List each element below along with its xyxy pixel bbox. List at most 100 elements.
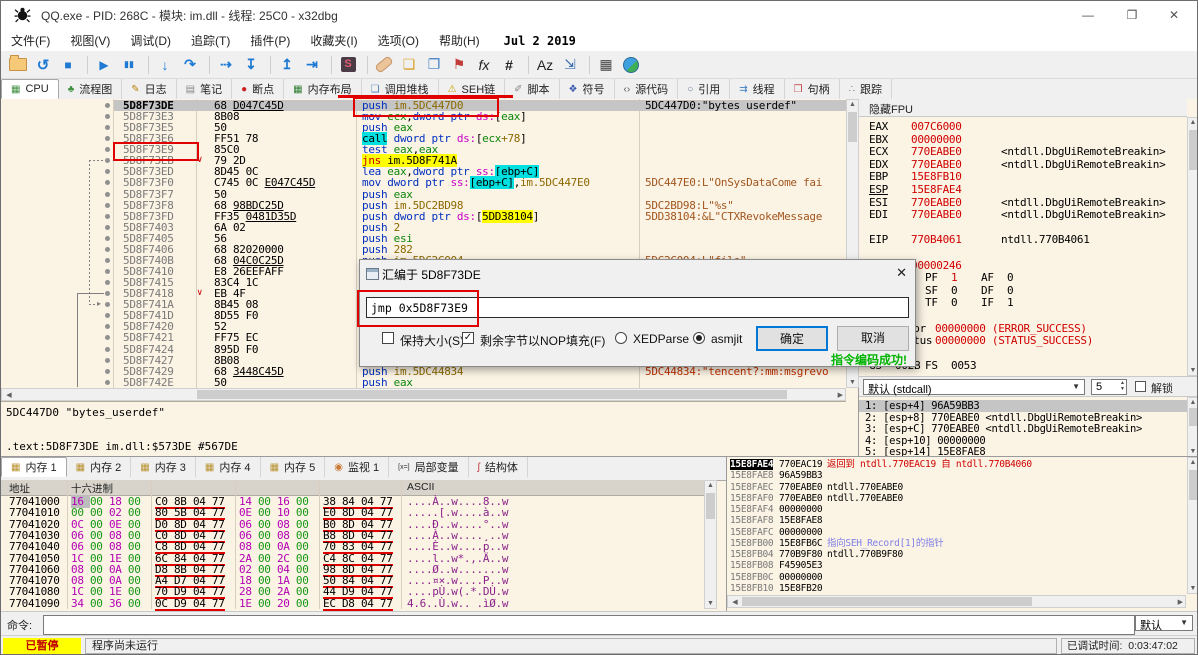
tab-内存 5[interactable]: ▦ 内存 5 [261, 457, 326, 477]
fill-nop-checkbox[interactable]: ✓ [462, 332, 474, 344]
tab-流程图[interactable]: ♣ 流程图 [59, 79, 123, 99]
scroll-arrow-icon[interactable]: ▼ [1188, 448, 1197, 455]
run-to-user-code-icon[interactable]: ⇥ [301, 55, 323, 75]
stack-row[interactable]: 15E8FAE4 770EAC19 返回到 ntdll.770EAC19 自 ntd… [727, 459, 1185, 470]
stack-row[interactable]: 15E8FAEC 770EABE0 ntdll.770EABE0 [727, 482, 1185, 493]
cancel-button[interactable]: 取消 [837, 326, 909, 351]
stop-icon[interactable]: ■ [57, 55, 79, 75]
log-device-icon[interactable]: ⇲ [559, 55, 581, 75]
scroll-arrow-icon[interactable]: ▶ [1173, 598, 1183, 606]
stack-row[interactable]: 15E8FAF8 15E8FAE8 [727, 515, 1185, 526]
tab-监视 1[interactable]: ◉ 监视 1 [325, 457, 390, 477]
scroll-thumb[interactable] [1189, 408, 1197, 426]
menu-item-6[interactable]: 选项(O) [368, 29, 429, 52]
stack-row[interactable]: 15E8FAF0 770EABE0 ntdll.770EABE0 [727, 493, 1185, 504]
scroll-arrow-icon[interactable]: ◀ [4, 391, 14, 399]
scroll-thumb[interactable] [197, 390, 787, 399]
menu-item-4[interactable]: 插件(P) [240, 29, 300, 52]
scroll-arrow-icon[interactable]: ▶ [833, 391, 843, 399]
tab-内存 4[interactable]: ▦ 内存 4 [196, 457, 261, 477]
tab-线程[interactable]: ⇉ 线程 [730, 79, 785, 99]
scroll-arrow-icon[interactable]: ▼ [1188, 367, 1197, 374]
scroll-arrow-icon[interactable]: ▲ [1188, 399, 1197, 406]
function-icon[interactable]: fx [473, 55, 495, 75]
registers-vscrollbar[interactable]: ▲ ▼ [1187, 117, 1197, 376]
tab-引用[interactable]: ○ 引用 [678, 79, 731, 99]
hide-fpu-button[interactable]: 隐藏FPU [859, 99, 1187, 117]
stack-vscrollbar[interactable]: ▲ ▼ [1187, 457, 1197, 594]
disasm-row[interactable]: 5D8F742E 50 push eax [1, 377, 846, 388]
scylla-icon[interactable]: S [337, 55, 359, 75]
tab-局部变量[interactable]: [x=] 局部变量 [389, 457, 469, 477]
arg-count-stepper[interactable]: 5 ▲ ▼ [1091, 379, 1127, 395]
disasm-row[interactable]: 5D8F73F0 C745 0C E047C45D mov dword ptr ss… [1, 176, 846, 190]
scroll-arrow-icon[interactable]: ▼ [847, 379, 858, 386]
stack-row[interactable]: 15E8FB08 F45905E3 [727, 560, 1185, 571]
stack-row[interactable]: 15E8FAE8 96A59BB3 [727, 470, 1185, 481]
menu-item-7[interactable]: 帮助(H) [429, 29, 490, 52]
scroll-thumb[interactable] [742, 597, 1032, 606]
disasm-hscrollbar[interactable]: ◀ ▶ [1, 388, 846, 401]
argument-row[interactable]: 3: [esp+C] 770EABE0 <ntdll.DbgUiRemoteBr… [859, 423, 1191, 435]
hash-icon[interactable]: # [498, 55, 520, 75]
tab-内存 2[interactable]: ▦ 内存 2 [67, 457, 132, 477]
argument-row[interactable]: 2: [esp+8] 770EABE0 <ntdll.DbgUiRemoteBr… [859, 412, 1191, 424]
stack-row[interactable]: 15E8FAF4 00000000 [727, 504, 1185, 515]
tab-CPU[interactable]: ▦ CPU [1, 79, 59, 99]
menu-item-0[interactable]: 文件(F) [1, 29, 60, 52]
menu-item-2[interactable]: 调试(D) [120, 29, 181, 52]
pause-icon[interactable]: ▮▮ [118, 55, 140, 75]
scroll-arrow-icon[interactable]: ▲ [1188, 119, 1197, 126]
calculator-icon[interactable]: ▦ [595, 55, 617, 75]
tab-跟踪[interactable]: ∴ 跟踪 [840, 79, 892, 99]
scroll-arrow-icon[interactable]: ▲ [705, 482, 716, 489]
unlock-checkbox[interactable] [1135, 381, 1146, 392]
tab-内存 3[interactable]: ▦ 内存 3 [131, 457, 196, 477]
dump-row[interactable]: 77041090 34 00 36 00 0C D9 04 77 1E 00 20 0… [1, 598, 704, 611]
stack-hscrollbar[interactable]: ◀ ▶ [727, 595, 1186, 608]
spinner-arrows-icon[interactable]: ▲ ▼ [1120, 380, 1125, 392]
scroll-arrow-icon[interactable]: ▲ [847, 101, 858, 108]
globe-icon[interactable] [620, 55, 642, 75]
menu-item-3[interactable]: 追踪(T) [181, 29, 240, 52]
keep-size-checkbox[interactable] [382, 332, 394, 344]
stack-row[interactable]: 15E8FB00 15E8FB6C 指向SEH_Record[1]的指针 [727, 538, 1185, 549]
scroll-arrow-icon[interactable]: ◀ [730, 598, 740, 606]
tab-断点[interactable]: ● 断点 [232, 79, 285, 99]
command-profile-select[interactable]: 默认 ▼ [1135, 615, 1193, 632]
tab-符号[interactable]: ❖ 符号 [560, 79, 615, 99]
step-into-icon[interactable]: ↓ [154, 55, 176, 75]
stack-row[interactable]: 15E8FB04 770B9F80 ntdll.770B9F80 [727, 549, 1185, 560]
args-vscrollbar[interactable]: ▲ ▼ [1187, 397, 1197, 457]
execute-till-return-icon[interactable]: ↧ [240, 55, 262, 75]
run-icon[interactable]: ▶ [93, 55, 115, 75]
scroll-thumb[interactable] [706, 493, 715, 519]
tab-源代码[interactable]: ‹› 源代码 [615, 79, 679, 99]
menu-item-5[interactable]: 收藏夹(I) [300, 29, 367, 52]
stack-row[interactable]: 15E8FAFC 00000000 [727, 527, 1185, 538]
stack-row[interactable]: 15E8FB0C 00000000 [727, 572, 1185, 583]
bookmark-icon[interactable]: ⚑ [448, 55, 470, 75]
minimize-button[interactable]: — [1071, 5, 1105, 25]
argument-row[interactable]: 4: [esp+10] 00000000 [859, 435, 1191, 447]
scroll-arrow-icon[interactable]: ▼ [705, 600, 716, 607]
comment-icon[interactable]: ❏ [398, 55, 420, 75]
tab-脚本[interactable]: ✐ 脚本 [505, 79, 560, 99]
xedparse-radio[interactable] [615, 332, 627, 344]
scroll-thumb[interactable] [848, 112, 857, 142]
step-out-icon[interactable]: ↥ [276, 55, 298, 75]
command-input[interactable] [43, 615, 1135, 635]
dialog-close-icon[interactable]: ✕ [896, 265, 907, 281]
menu-item-1[interactable]: 视图(V) [60, 29, 120, 52]
maximize-button[interactable]: ❐ [1115, 5, 1149, 25]
label-icon[interactable]: ❐ [423, 55, 445, 75]
stack-row[interactable]: 15E8FB10 15E8FB20 [727, 583, 1185, 594]
close-button[interactable]: ✕ [1157, 5, 1191, 25]
tab-笔记[interactable]: ▤ 笔记 [177, 79, 233, 99]
tab-日志[interactable]: ✎ 日志 [122, 79, 177, 99]
scroll-thumb[interactable] [1189, 130, 1197, 170]
run-to-selection-icon[interactable]: ⇢ [215, 55, 237, 75]
stack-panel[interactable]: 15E8FAE4 770EAC19 返回到 ntdll.770EAC19 自 ntd… [726, 456, 1197, 611]
restart-icon[interactable]: ↺ [32, 55, 54, 75]
case-icon[interactable]: Az [534, 55, 556, 75]
